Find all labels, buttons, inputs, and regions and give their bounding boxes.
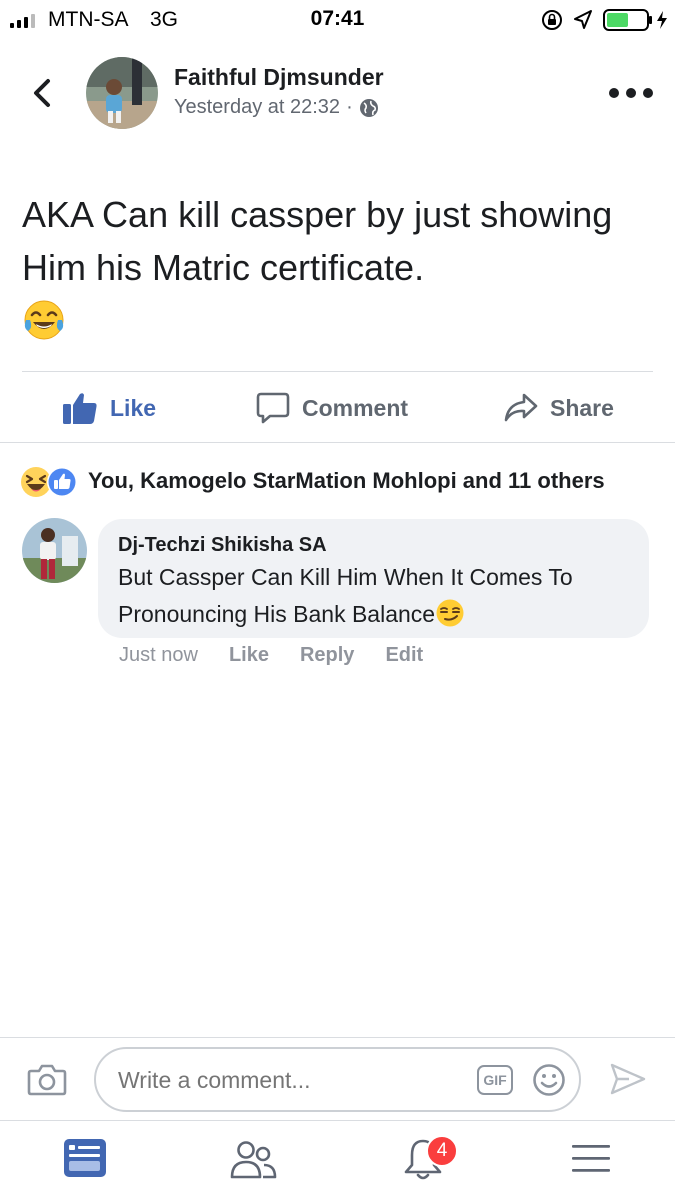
post-header: Faithful Djmsunder Yesterday at 22:32 · xyxy=(0,50,675,140)
globe-icon xyxy=(359,98,378,117)
reactions-summary[interactable]: You, Kamogelo StarMation Mohlopi and 11 … xyxy=(20,462,605,500)
author-name[interactable]: Faithful Djmsunder xyxy=(174,64,384,91)
comment-author[interactable]: Dj-Techzi Shikisha SA xyxy=(118,533,629,557)
comment-actions: Just now Like Reply Edit xyxy=(119,644,454,672)
battery-icon xyxy=(603,9,667,31)
comment-reply-link[interactable]: Reply xyxy=(300,644,354,672)
post-timestamp[interactable]: Yesterday at 22:32 xyxy=(174,96,340,119)
reaction-names[interactable]: You, Kamogelo StarMation Mohlopi and 11 … xyxy=(88,468,605,494)
like-button[interactable]: Like xyxy=(62,375,156,441)
news-feed-icon[interactable] xyxy=(60,1135,110,1183)
charging-icon xyxy=(657,11,667,29)
post-actions: Like Comment Share xyxy=(0,375,675,441)
commenter-avatar[interactable] xyxy=(22,518,87,583)
comment-bubble-icon xyxy=(256,392,290,424)
camera-icon[interactable] xyxy=(27,1063,67,1097)
send-icon[interactable] xyxy=(609,1062,647,1096)
menu-icon[interactable] xyxy=(566,1135,616,1183)
comment-bubble[interactable]: Dj-Techzi Shikisha SA But Cassper Can Ki… xyxy=(98,519,649,638)
bottom-tab-bar: 4 xyxy=(0,1121,675,1200)
share-button[interactable]: Share xyxy=(504,375,614,441)
divider xyxy=(22,371,653,372)
location-icon xyxy=(574,10,592,29)
comment-like-link[interactable]: Like xyxy=(229,644,269,672)
like-reaction-icon xyxy=(47,467,77,497)
comment-input[interactable] xyxy=(118,1067,448,1094)
status-bar: MTN-SA 3G 07:41 xyxy=(0,0,675,40)
smirking-face-emoji xyxy=(436,599,464,627)
comment-input-field[interactable]: GIF xyxy=(94,1047,581,1112)
post-meta: Yesterday at 22:32 · xyxy=(174,96,379,119)
like-label: Like xyxy=(110,394,157,421)
notification-badge: 4 xyxy=(426,1135,458,1167)
post-text: AKA Can kill cassper by just showing Him… xyxy=(22,194,613,288)
thumbs-up-icon xyxy=(63,393,97,424)
gif-button[interactable]: GIF xyxy=(477,1065,513,1095)
orientation-lock-icon xyxy=(542,10,562,30)
comment-label: Comment xyxy=(302,394,409,421)
comment-timestamp: Just now xyxy=(119,644,198,666)
divider xyxy=(0,1037,675,1038)
comment-text: But Cassper Can Kill Him When It Comes T… xyxy=(118,559,629,633)
share-label: Share xyxy=(550,394,614,421)
tears-of-joy-emoji xyxy=(24,300,64,340)
more-options-icon[interactable] xyxy=(609,82,653,104)
share-arrow-icon xyxy=(504,393,538,422)
back-arrow-icon[interactable] xyxy=(28,75,58,111)
divider xyxy=(0,442,675,443)
reaction-icons xyxy=(20,464,80,498)
comment-edit-link[interactable]: Edit xyxy=(385,644,423,672)
comment-body: But Cassper Can Kill Him When It Comes T… xyxy=(118,564,573,627)
meta-separator: · xyxy=(346,96,353,118)
comment-button[interactable]: Comment xyxy=(256,375,408,441)
author-avatar[interactable] xyxy=(86,57,158,129)
friends-icon[interactable] xyxy=(228,1135,278,1183)
emoji-picker-icon[interactable] xyxy=(532,1063,566,1097)
